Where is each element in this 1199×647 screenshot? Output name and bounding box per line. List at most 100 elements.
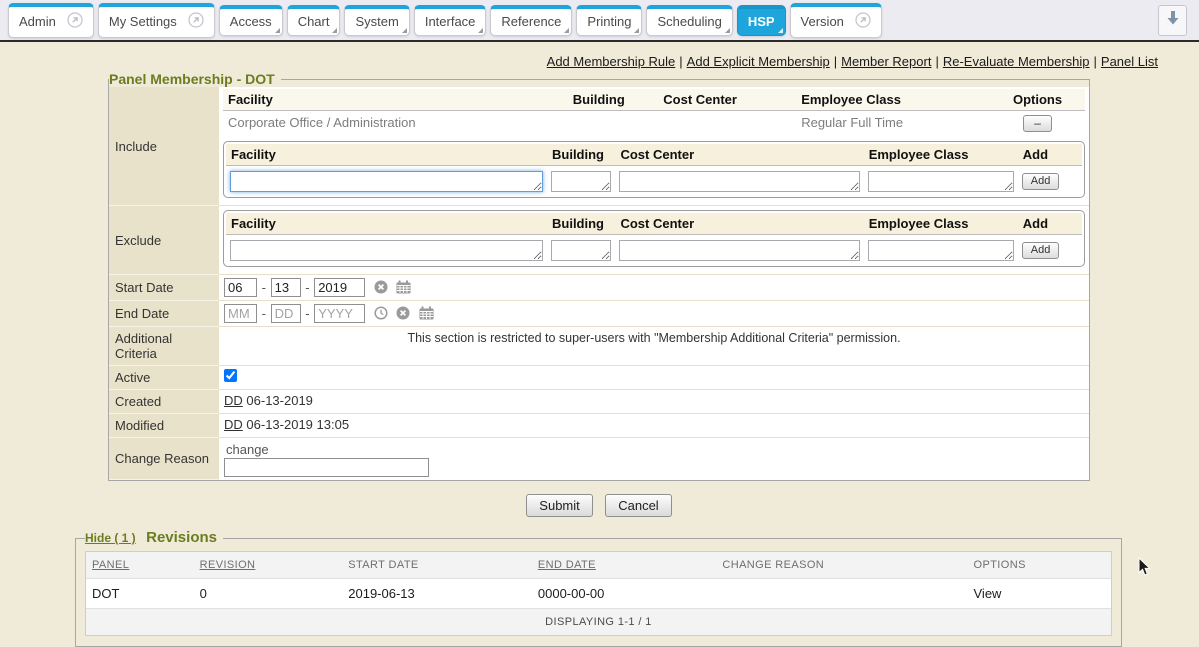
tab-admin[interactable]: Admin [8, 3, 94, 38]
date-separator: - [305, 280, 309, 295]
include-facility-input[interactable] [230, 171, 543, 192]
add-explicit-membership-link[interactable]: Add Explicit Membership [687, 54, 830, 69]
revisions-header-change-reason: CHANGE REASON [716, 552, 967, 579]
tab-chart-label: Chart [298, 14, 330, 29]
include-row: Include Facility Building Cost Center Em… [109, 87, 1089, 206]
start-date-day-input[interactable] [271, 278, 301, 297]
date-separator: - [262, 306, 266, 321]
include-cost-center-input[interactable] [619, 171, 859, 192]
sort-revision-link[interactable]: REVISION [200, 559, 256, 571]
start-date-content: - - [219, 275, 1089, 301]
modified-row: Modified DD 06-13-2019 13:05 [109, 414, 1089, 438]
external-link-circle-icon [855, 12, 871, 31]
sort-panel-link[interactable]: PANEL [92, 559, 129, 571]
exclude-facility-input[interactable] [230, 240, 543, 261]
tab-my-settings-label: My Settings [109, 14, 177, 29]
summary-cell-options: – [990, 111, 1085, 136]
panel-list-link[interactable]: Panel List [1101, 54, 1158, 69]
action-links: Add Membership Rule | Add Explicit Members… [0, 54, 1158, 69]
calendar-icon[interactable] [396, 280, 411, 297]
include-add-button[interactable]: Add [1022, 173, 1060, 190]
summary-cell-facility: Corporate Office / Administration [223, 111, 568, 136]
tab-admin-label: Admin [19, 14, 56, 29]
include-employee-class-input[interactable] [868, 171, 1014, 192]
member-report-link[interactable]: Member Report [841, 54, 931, 69]
submit-button[interactable]: Submit [526, 494, 592, 517]
revisions-header-panel: PANEL [86, 552, 194, 579]
exclude-add-button[interactable]: Add [1022, 242, 1060, 259]
add-header-cost-center: Cost Center [615, 144, 863, 166]
re-evaluate-membership-link[interactable]: Re-Evaluate Membership [943, 54, 1090, 69]
panel-membership-legend: Panel Membership - DOT [109, 71, 281, 87]
revision-cell-start-date: 2019-06-13 [342, 579, 532, 608]
add-header-cost-center: Cost Center [615, 213, 863, 235]
created-row: Created DD 06-13-2019 [109, 390, 1089, 414]
created-user-link[interactable]: DD [224, 393, 243, 408]
cancel-button[interactable]: Cancel [605, 494, 671, 517]
add-header-add: Add [1018, 144, 1082, 166]
link-separator: | [935, 54, 938, 69]
clear-date-icon[interactable] [396, 306, 410, 323]
end-date-label: End Date [109, 301, 219, 327]
exclude-cost-center-input[interactable] [619, 240, 859, 261]
summary-cell-employee-class: Regular Full Time [796, 111, 990, 136]
tab-access-label: Access [230, 14, 272, 29]
add-header-building: Building [547, 213, 615, 235]
tab-printing-label: Printing [587, 14, 631, 29]
tab-chart[interactable]: Chart [287, 5, 341, 36]
clock-icon[interactable] [374, 306, 388, 323]
revision-view-link[interactable]: View [968, 579, 1112, 608]
active-checkbox[interactable] [224, 369, 237, 382]
include-content: Facility Building Cost Center Employee C… [219, 87, 1089, 206]
end-date-row: End Date - - [109, 301, 1089, 327]
tab-scheduling[interactable]: Scheduling [646, 5, 732, 36]
modified-user-link[interactable]: DD [224, 417, 243, 432]
exclude-employee-class-input[interactable] [868, 240, 1014, 261]
tab-access[interactable]: Access [219, 5, 283, 36]
tab-interface[interactable]: Interface [414, 5, 487, 36]
start-date-month-input[interactable] [224, 278, 257, 297]
start-date-year-input[interactable] [314, 278, 365, 297]
link-separator: | [1094, 54, 1097, 69]
created-date: 06-13-2019 [246, 393, 313, 408]
modified-label: Modified [109, 414, 219, 438]
tab-hsp-label: HSP [748, 14, 775, 29]
change-reason-row: Change Reason change [109, 438, 1089, 480]
end-date-year-input[interactable] [314, 304, 365, 323]
end-date-month-input[interactable] [224, 304, 257, 323]
start-date-label: Start Date [109, 275, 219, 301]
change-reason-label: Change Reason [109, 438, 219, 480]
end-date-day-input[interactable] [271, 304, 301, 323]
tab-reference[interactable]: Reference [490, 5, 572, 36]
tab-hsp[interactable]: HSP [737, 5, 786, 36]
arrow-down-icon [1166, 10, 1180, 31]
include-building-input[interactable] [551, 171, 611, 192]
tab-reference-label: Reference [501, 14, 561, 29]
add-membership-rule-link[interactable]: Add Membership Rule [547, 54, 676, 69]
tab-system-label: System [355, 14, 398, 29]
revision-cell-panel: DOT [86, 579, 194, 608]
active-row: Active [109, 366, 1089, 390]
date-separator: - [262, 280, 266, 295]
tab-system[interactable]: System [344, 5, 409, 36]
change-reason-input[interactable] [224, 458, 429, 477]
clear-date-icon[interactable] [374, 280, 388, 297]
exclude-add-box: Facility Building Cost Center Employee C… [223, 210, 1085, 267]
summary-header-cost-center: Cost Center [658, 89, 796, 111]
remove-rule-button[interactable]: – [1023, 115, 1052, 132]
include-add-box: Facility Building Cost Center Employee C… [223, 141, 1085, 198]
tab-version-label: Version [801, 14, 844, 29]
end-date-content: - - [219, 301, 1089, 327]
tab-version[interactable]: Version [790, 3, 882, 38]
collapse-nav-button[interactable] [1158, 5, 1187, 36]
exclude-label: Exclude [109, 206, 219, 275]
calendar-icon[interactable] [419, 306, 434, 323]
add-header-add: Add [1018, 213, 1082, 235]
add-header-employee-class: Employee Class [864, 144, 1018, 166]
tab-printing[interactable]: Printing [576, 5, 642, 36]
sort-end-date-link[interactable]: END DATE [538, 559, 596, 571]
tab-my-settings[interactable]: My Settings [98, 3, 215, 38]
exclude-building-input[interactable] [551, 240, 611, 261]
hide-revisions-link[interactable]: Hide ( 1 ) [85, 531, 136, 545]
created-content: DD 06-13-2019 [219, 390, 1089, 414]
